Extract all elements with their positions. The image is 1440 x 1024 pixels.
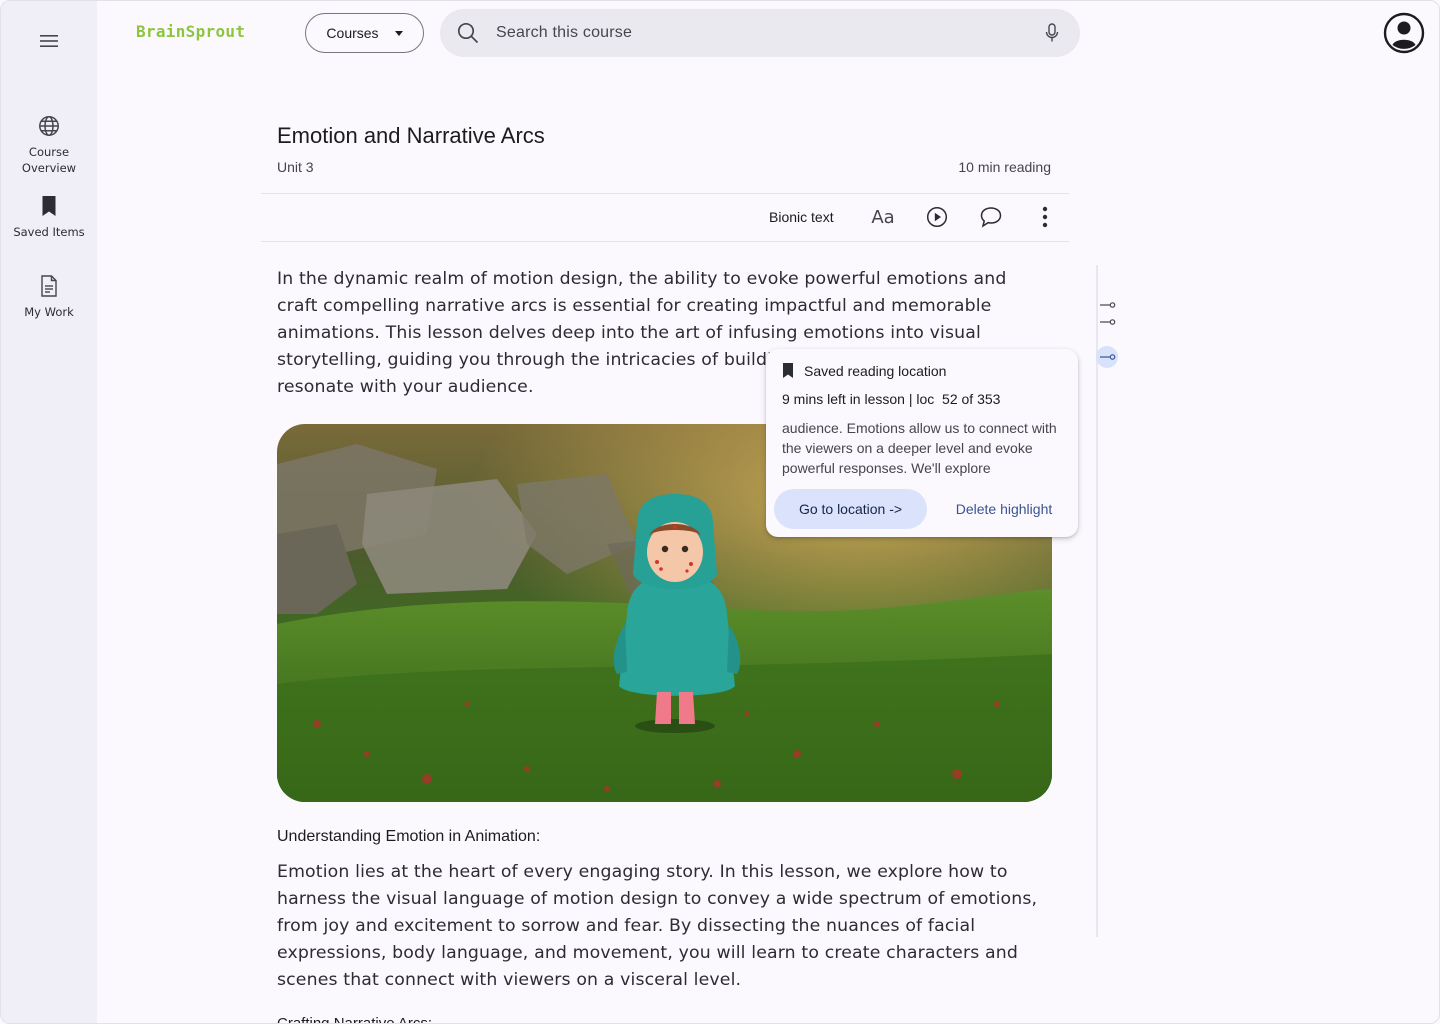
play-icon <box>926 206 948 228</box>
menu-icon <box>40 35 58 47</box>
courses-dropdown[interactable]: Courses <box>305 13 424 53</box>
popover-title: Saved reading location <box>804 362 947 379</box>
brand-logo[interactable]: BrainSprout <box>136 22 245 41</box>
reading-time: 10 min reading <box>958 159 1051 175</box>
delete-highlight-button[interactable]: Delete highlight <box>942 489 1066 529</box>
search-input[interactable] <box>496 24 1040 42</box>
section-heading: Understanding Emotion in Animation: <box>277 828 541 845</box>
bookmark-marker-icon <box>1100 354 1116 360</box>
popover-header: Saved reading location <box>782 362 946 379</box>
account-button[interactable] <box>1383 12 1425 54</box>
reader-toolbar: Bionic text Aa <box>261 194 1069 241</box>
search-icon <box>456 21 480 45</box>
comment-button[interactable] <box>979 205 1003 229</box>
section-paragraph: Emotion lies at the heart of every engag… <box>277 862 1038 990</box>
search-bar[interactable] <box>440 9 1080 57</box>
rail-item-label: My Work <box>24 305 74 319</box>
document-icon <box>37 274 61 298</box>
bionic-text-button[interactable]: Bionic text <box>769 209 834 225</box>
navigation-rail: Course Overview Saved Items My Work <box>1 1 97 1023</box>
highlight-marker-icon[interactable] <box>1100 301 1116 309</box>
active-marker[interactable] <box>1096 346 1118 368</box>
divider <box>261 241 1069 242</box>
more-vert-icon <box>1042 206 1048 228</box>
highlight-marker-icon[interactable] <box>1100 318 1116 326</box>
rail-item-saved-items[interactable]: Saved Items <box>1 194 97 240</box>
rail-item-course-overview[interactable]: Course Overview <box>1 114 97 176</box>
go-to-location-button[interactable]: Go to location -> <box>774 489 927 529</box>
comment-icon <box>980 207 1002 228</box>
mic-button[interactable] <box>1040 21 1064 45</box>
saved-location-popover: Saved reading location 9 mins left in le… <box>766 349 1078 537</box>
next-section-heading: Crafting Narrative Arcs: <box>277 1015 433 1024</box>
bookmark-icon <box>37 194 61 218</box>
unit-label: Unit 3 <box>277 159 314 175</box>
account-icon <box>1383 12 1425 54</box>
rail-item-my-work[interactable]: My Work <box>1 274 97 320</box>
courses-label: Courses <box>326 25 379 41</box>
popover-meta: 9 mins left in lesson | loc 52 of 353 <box>782 391 1001 407</box>
rail-item-label: Saved Items <box>13 225 85 239</box>
more-options-button[interactable] <box>1033 205 1057 229</box>
play-button[interactable] <box>925 205 949 229</box>
bookmark-icon <box>783 363 793 378</box>
mic-icon <box>1045 23 1059 42</box>
app-window: Course Overview Saved Items My Work Brai… <box>0 0 1440 1024</box>
menu-button[interactable] <box>29 21 69 61</box>
lesson-title: Emotion and Narrative Arcs <box>277 123 545 148</box>
globe-icon <box>37 114 61 138</box>
popover-excerpt: audience. Emotions allow us to connect w… <box>782 420 1057 476</box>
font-size-button[interactable]: Aa <box>871 205 895 229</box>
rail-item-label: Course Overview <box>21 145 77 175</box>
caret-down-icon <box>394 30 403 36</box>
